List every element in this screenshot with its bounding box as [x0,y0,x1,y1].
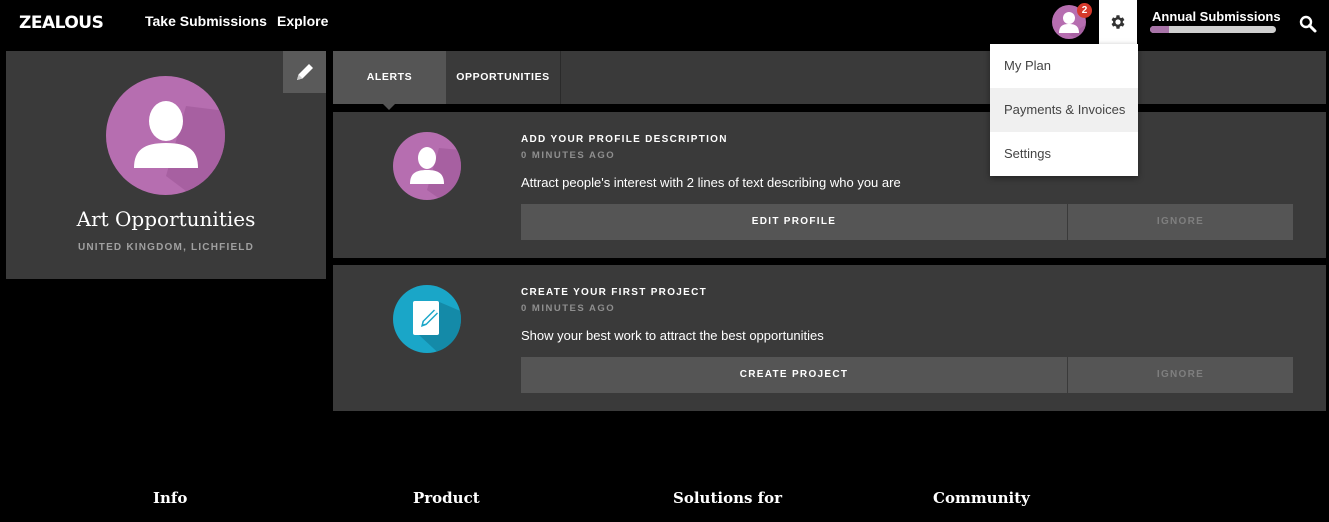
tab-alerts[interactable]: ALERTS [333,51,446,104]
settings-button[interactable] [1099,0,1137,44]
edit-document-icon [413,301,461,353]
alert-title: CREATE YOUR FIRST PROJECT [521,287,708,298]
alert-description: Show your best work to attract the best … [521,328,824,343]
search-button[interactable] [1298,14,1318,34]
profile-card: Art Opportunities UNITED KINGDOM, LICHFI… [6,51,326,279]
search-icon [1299,15,1317,33]
nav-take-submissions[interactable]: Take Submissions [145,13,267,29]
profile-name: Art Opportunities [76,207,256,231]
nav-explore[interactable]: Explore [277,13,328,29]
annual-submissions-progress [1150,26,1276,33]
alert-timestamp: 0 MINUTES AGO [521,150,616,161]
alert-title: ADD YOUR PROFILE DESCRIPTION [521,134,728,145]
page: ZEALOUS Take Submissions Explore 2 Annua… [0,0,1329,522]
profile-avatar[interactable] [106,76,225,195]
user-silhouette-icon [134,101,225,195]
alert-description: Attract people's interest with 2 lines o… [521,175,901,190]
menu-item-settings[interactable]: Settings [990,132,1138,176]
top-nav: ZEALOUS Take Submissions Explore 2 Annua… [0,0,1329,44]
settings-dropdown: My Plan Payments & Invoices Settings [990,44,1138,176]
user-silhouette-icon [410,147,461,200]
tab-bar: ALERTS OPPORTUNITIES [333,51,1326,104]
alert-timestamp: 0 MINUTES AGO [521,303,616,314]
edit-profile-button[interactable] [283,51,326,93]
ignore-button[interactable]: IGNORE [1068,204,1293,240]
logo[interactable]: ZEALOUS [19,13,104,33]
menu-item-my-plan[interactable]: My Plan [990,44,1138,88]
footer-heading-solutions: Solutions for [673,489,783,507]
footer-heading-product: Product [413,489,480,507]
gear-icon [1111,15,1125,29]
pencil-icon [296,64,313,80]
notification-badge: 2 [1077,3,1092,18]
alert-card-first-project: CREATE YOUR FIRST PROJECT 0 MINUTES AGO … [333,265,1326,411]
tab-opportunities[interactable]: OPPORTUNITIES [446,51,561,104]
profile-location: UNITED KINGDOM, LICHFIELD [77,242,255,253]
footer-heading-community: Community [933,489,1030,507]
footer-heading-info: Info [153,489,188,507]
progress-fill [1150,26,1169,33]
annual-submissions-label[interactable]: Annual Submissions [1152,9,1281,24]
active-tab-pointer [383,104,395,110]
menu-item-payments-invoices[interactable]: Payments & Invoices [990,88,1138,132]
ignore-button[interactable]: IGNORE [1068,357,1293,393]
create-project-button[interactable]: CREATE PROJECT [521,357,1067,393]
alert-project-icon-circle [393,285,461,353]
edit-profile-action-button[interactable]: EDIT PROFILE [521,204,1067,240]
alert-avatar [393,132,461,200]
alert-card-profile-description: ADD YOUR PROFILE DESCRIPTION 0 MINUTES A… [333,112,1326,258]
